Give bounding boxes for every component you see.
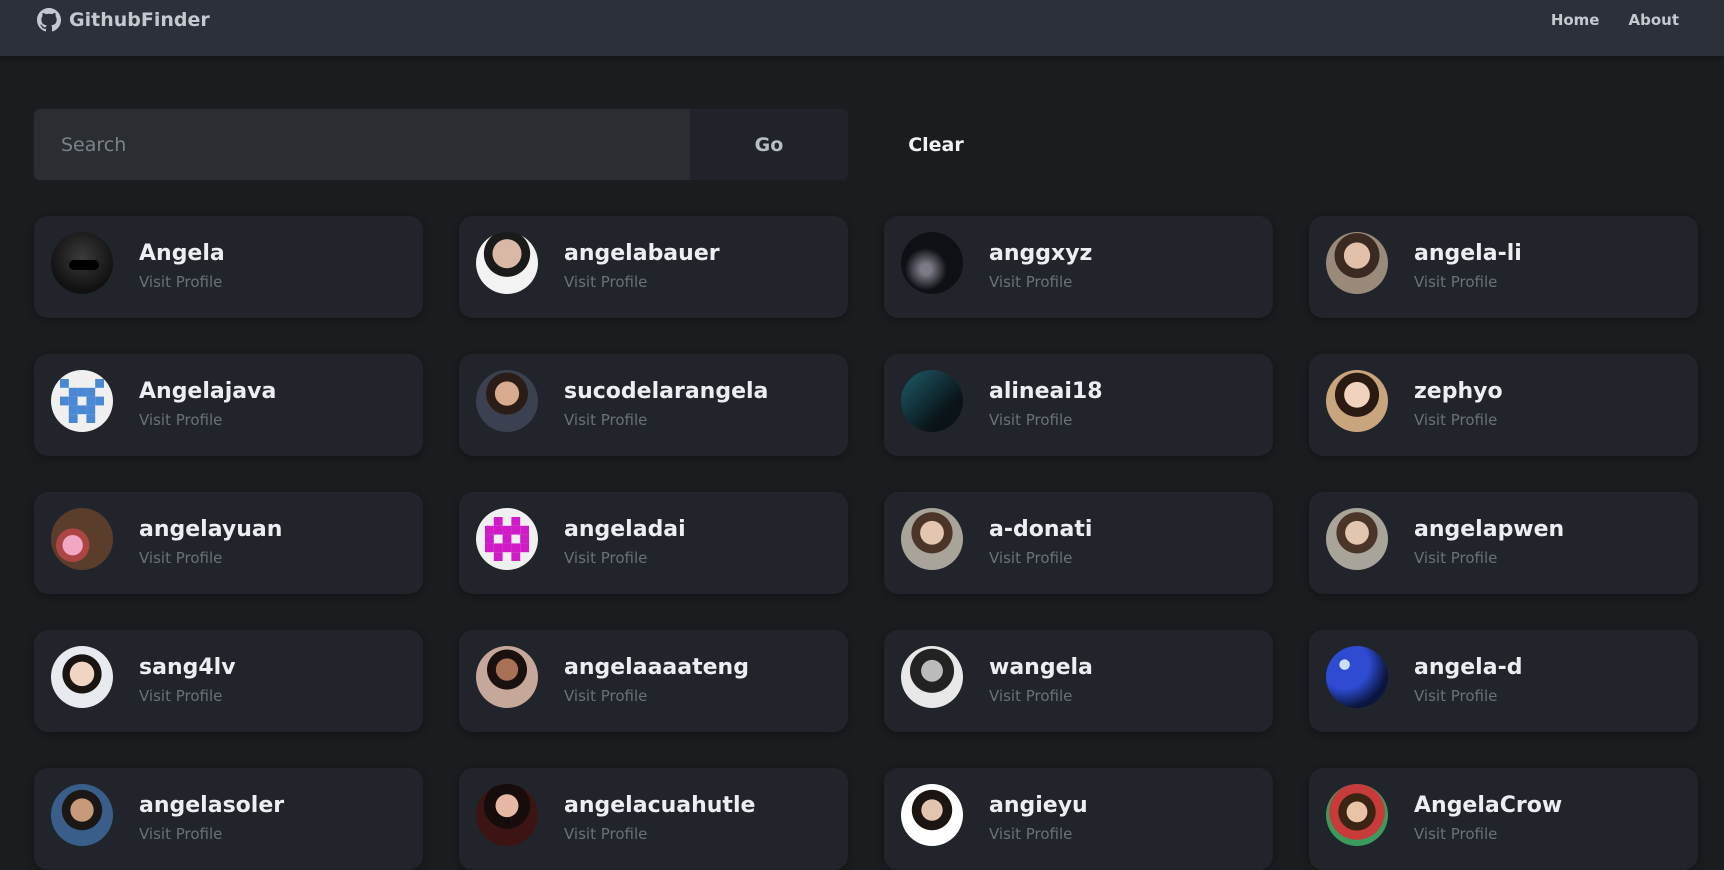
avatar: [1326, 784, 1388, 846]
visit-profile-link[interactable]: Visit Profile: [139, 411, 222, 429]
visit-profile-link[interactable]: Visit Profile: [564, 549, 647, 567]
visit-profile-link[interactable]: Visit Profile: [1414, 411, 1497, 429]
nav-about-link[interactable]: About: [1628, 11, 1679, 29]
avatar: [901, 508, 963, 570]
user-login: angelabauer: [564, 241, 720, 266]
visit-profile-link[interactable]: Visit Profile: [989, 273, 1072, 291]
user-login: Angelajava: [139, 379, 277, 404]
user-card[interactable]: Angelajava Visit Profile: [34, 354, 423, 456]
visit-profile-link[interactable]: Visit Profile: [1414, 825, 1497, 843]
user-card[interactable]: sucodelarangela Visit Profile: [459, 354, 848, 456]
user-card[interactable]: angelapwen Visit Profile: [1309, 492, 1698, 594]
user-login: angeladai: [564, 517, 686, 542]
avatar: [901, 646, 963, 708]
github-icon: [37, 8, 61, 32]
avatar: [476, 646, 538, 708]
user-login: sucodelarangela: [564, 379, 769, 404]
user-login: Angela: [139, 241, 225, 266]
avatar: [51, 646, 113, 708]
user-card[interactable]: sang4lv Visit Profile: [34, 630, 423, 732]
user-login: angieyu: [989, 793, 1088, 818]
avatar: [51, 784, 113, 846]
user-grid: Angela Visit Profile angelabauer Visit Prof…: [34, 216, 1698, 870]
user-card[interactable]: angelabauer Visit Profile: [459, 216, 848, 318]
visit-profile-link[interactable]: Visit Profile: [989, 825, 1072, 843]
user-login: wangela: [989, 655, 1093, 680]
user-card[interactable]: angieyu Visit Profile: [884, 768, 1273, 870]
avatar: [901, 370, 963, 432]
avatar: [476, 508, 538, 570]
user-login: zephyo: [1414, 379, 1503, 404]
brand-title: GithubFinder: [69, 9, 210, 31]
avatar: [476, 784, 538, 846]
user-card[interactable]: alineai18 Visit Profile: [884, 354, 1273, 456]
user-card[interactable]: wangela Visit Profile: [884, 630, 1273, 732]
visit-profile-link[interactable]: Visit Profile: [139, 273, 222, 291]
user-card[interactable]: zephyo Visit Profile: [1309, 354, 1698, 456]
user-login: angelacuahutle: [564, 793, 756, 818]
visit-profile-link[interactable]: Visit Profile: [989, 687, 1072, 705]
avatar: [1326, 646, 1388, 708]
avatar: [51, 232, 113, 294]
user-login: angelayuan: [139, 517, 283, 542]
search-form: Go: [34, 109, 848, 180]
avatar: [51, 370, 113, 432]
avatar: [1326, 232, 1388, 294]
nav-home-link[interactable]: Home: [1551, 11, 1600, 29]
user-card[interactable]: angelayuan Visit Profile: [34, 492, 423, 594]
visit-profile-link[interactable]: Visit Profile: [564, 825, 647, 843]
user-card[interactable]: angela-li Visit Profile: [1309, 216, 1698, 318]
user-card[interactable]: anggxyz Visit Profile: [884, 216, 1273, 318]
visit-profile-link[interactable]: Visit Profile: [564, 687, 647, 705]
visit-profile-link[interactable]: Visit Profile: [1414, 687, 1497, 705]
avatar: [901, 232, 963, 294]
visit-profile-link[interactable]: Visit Profile: [139, 549, 222, 567]
user-login: angela-d: [1414, 655, 1523, 680]
user-login: angela-li: [1414, 241, 1522, 266]
user-login: angelaaaateng: [564, 655, 749, 680]
user-login: angelapwen: [1414, 517, 1565, 542]
user-card[interactable]: angeladai Visit Profile: [459, 492, 848, 594]
avatar: [1326, 508, 1388, 570]
user-card[interactable]: a-donati Visit Profile: [884, 492, 1273, 594]
user-card[interactable]: angela-d Visit Profile: [1309, 630, 1698, 732]
nav-links: Home About: [1551, 11, 1679, 29]
user-login: alineai18: [989, 379, 1103, 404]
avatar: [901, 784, 963, 846]
avatar: [476, 232, 538, 294]
user-card[interactable]: angelaaaateng Visit Profile: [459, 630, 848, 732]
visit-profile-link[interactable]: Visit Profile: [139, 687, 222, 705]
user-card[interactable]: Angela Visit Profile: [34, 216, 423, 318]
search-input[interactable]: [34, 109, 690, 180]
visit-profile-link[interactable]: Visit Profile: [564, 273, 647, 291]
user-login: a-donati: [989, 517, 1093, 542]
clear-button[interactable]: Clear: [880, 109, 992, 180]
user-card[interactable]: AngelaCrow Visit Profile: [1309, 768, 1698, 870]
avatar: [1326, 370, 1388, 432]
visit-profile-link[interactable]: Visit Profile: [139, 825, 222, 843]
brand-link[interactable]: GithubFinder: [37, 8, 210, 32]
user-login: anggxyz: [989, 241, 1093, 266]
user-login: AngelaCrow: [1414, 793, 1563, 818]
avatar: [476, 370, 538, 432]
visit-profile-link[interactable]: Visit Profile: [989, 549, 1072, 567]
user-card[interactable]: angelasoler Visit Profile: [34, 768, 423, 870]
visit-profile-link[interactable]: Visit Profile: [1414, 273, 1497, 291]
user-login: angelasoler: [139, 793, 285, 818]
navbar: GithubFinder Home About: [0, 0, 1724, 56]
avatar: [51, 508, 113, 570]
user-login: sang4lv: [139, 655, 236, 680]
user-card[interactable]: angelacuahutle Visit Profile: [459, 768, 848, 870]
go-button[interactable]: Go: [690, 109, 848, 180]
visit-profile-link[interactable]: Visit Profile: [989, 411, 1072, 429]
visit-profile-link[interactable]: Visit Profile: [564, 411, 647, 429]
visit-profile-link[interactable]: Visit Profile: [1414, 549, 1497, 567]
